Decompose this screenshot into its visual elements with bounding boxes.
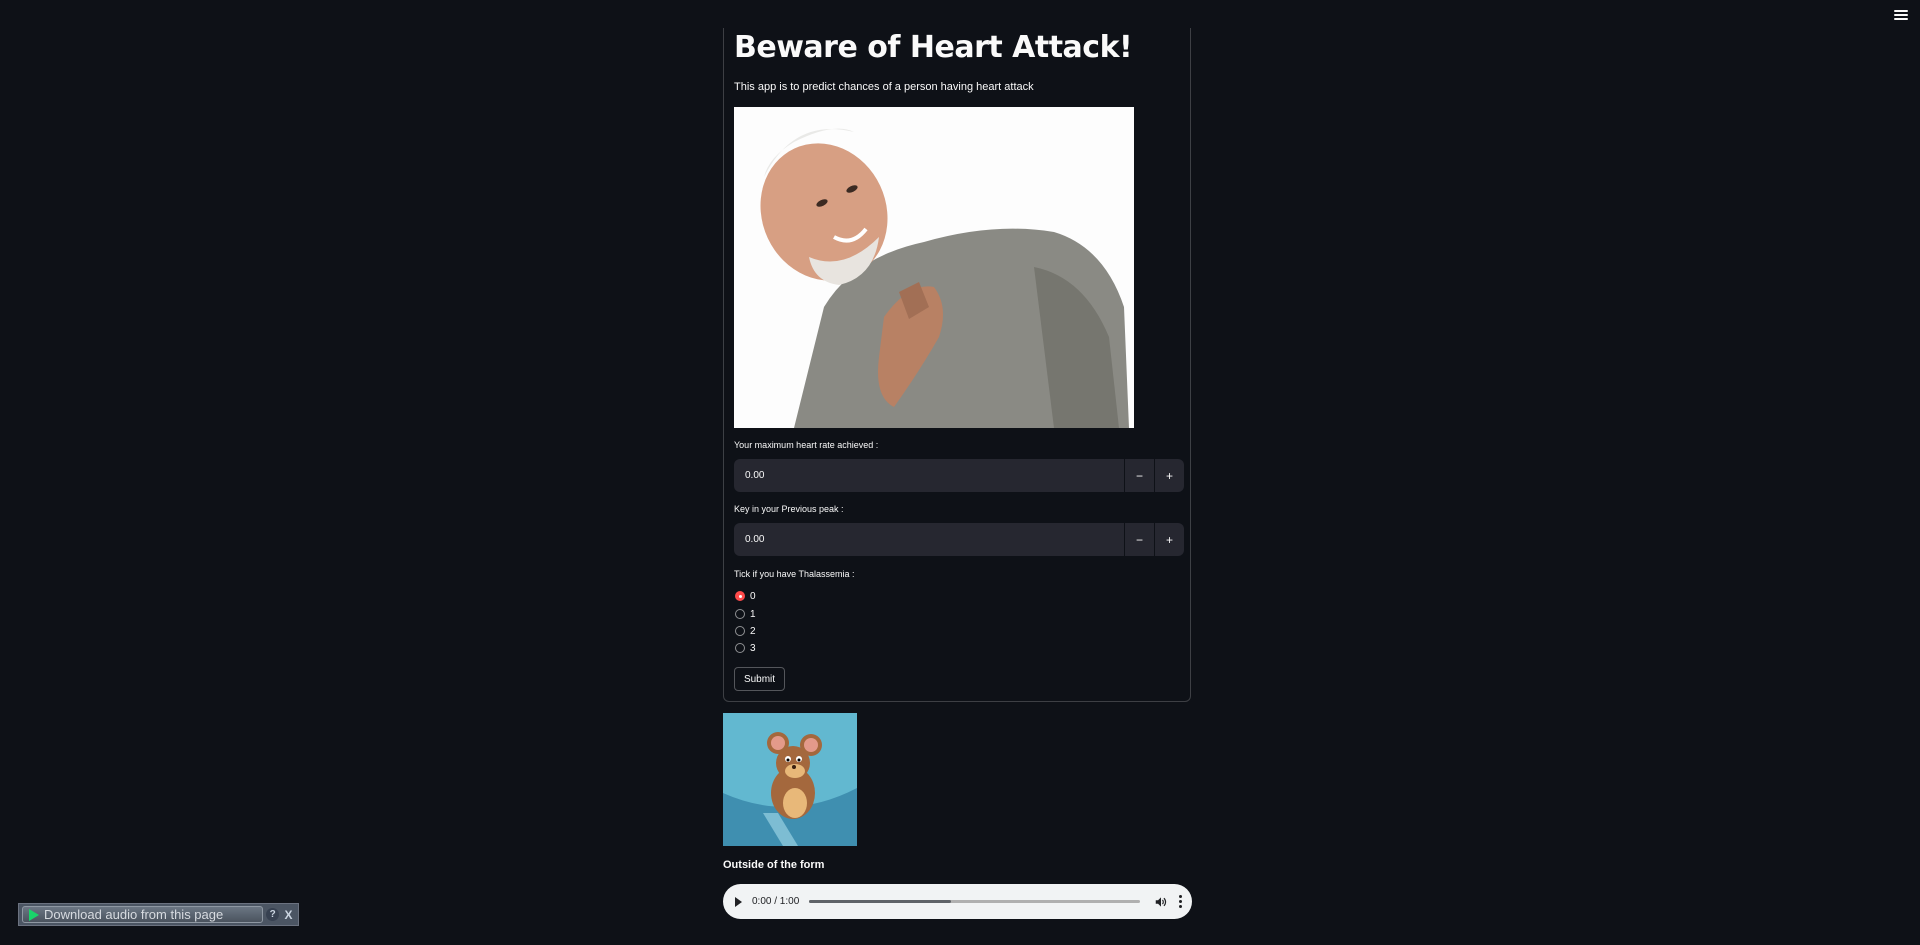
thalassemia-option-label: 3 (750, 642, 756, 654)
radio-unchecked-icon[interactable] (735, 609, 745, 619)
thalassemia-option-2[interactable]: 2 (735, 624, 756, 638)
max-heart-rate-input-group: − + (734, 459, 1184, 492)
menu-icon[interactable] (1894, 8, 1908, 22)
audio-seek-bar[interactable] (809, 900, 1140, 903)
previous-peak-decrement-button[interactable]: − (1124, 523, 1154, 556)
submit-button[interactable]: Submit (734, 667, 785, 691)
thalassemia-option-1[interactable]: 1 (735, 607, 756, 621)
previous-peak-increment-button[interactable]: + (1154, 523, 1184, 556)
thalassemia-option-label: 0 (750, 590, 756, 602)
max-heart-rate-label: Your maximum heart rate achieved : (734, 440, 879, 450)
max-heart-rate-decrement-button[interactable]: − (1124, 459, 1154, 492)
thalassemia-option-label: 2 (750, 625, 756, 637)
help-icon[interactable]: ? (266, 908, 280, 921)
thalassemia-option-label: 1 (750, 608, 756, 620)
audio-player: 0:00 / 1:00 (723, 884, 1192, 919)
download-audio-bar: Download audio from this page ? X (18, 903, 299, 926)
download-audio-button[interactable]: Download audio from this page (22, 906, 264, 923)
radio-checked-icon[interactable] (735, 591, 745, 601)
max-heart-rate-input[interactable] (734, 459, 1124, 492)
volume-icon[interactable] (1154, 895, 1168, 909)
radio-unchecked-icon[interactable] (735, 626, 745, 636)
more-vert-icon[interactable] (1178, 895, 1182, 908)
previous-peak-input-group: − + (734, 523, 1184, 556)
outside-form-text: Outside of the form (723, 859, 825, 871)
page-title: Beware of Heart Attack! (734, 30, 1133, 65)
audio-time: 0:00 / 1:00 (752, 896, 800, 907)
audio-buffered-bar (809, 900, 952, 903)
previous-peak-label: Key in your Previous peak : (734, 504, 844, 514)
play-icon[interactable] (735, 896, 742, 907)
thalassemia-label: Tick if you have Thalassemia : (734, 569, 855, 579)
close-icon[interactable]: X (282, 908, 295, 922)
thalassemia-option-3[interactable]: 3 (735, 641, 756, 655)
cartoon-mouse-image (723, 713, 857, 846)
thalassemia-option-0[interactable]: 0 (735, 589, 756, 603)
previous-peak-input[interactable] (734, 523, 1124, 556)
radio-unchecked-icon[interactable] (735, 643, 745, 653)
download-audio-label: Download audio from this page (44, 907, 224, 922)
play-arrow-icon (29, 908, 39, 921)
max-heart-rate-increment-button[interactable]: + (1154, 459, 1184, 492)
heart-attack-photo (734, 107, 1134, 428)
page-subtitle: This app is to predict chances of a pers… (734, 81, 1034, 93)
